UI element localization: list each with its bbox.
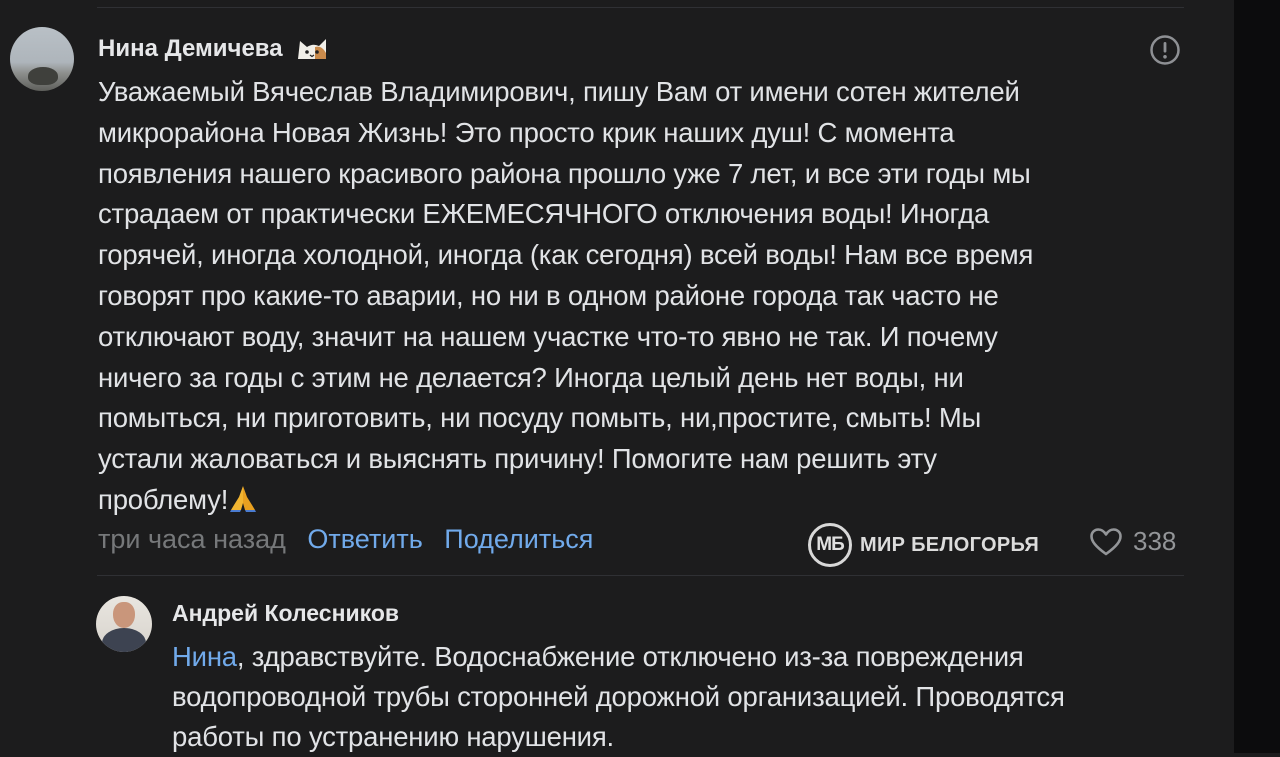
comment-text: Уважаемый Вячеслав Владимирович, пишу Ва… (98, 72, 1188, 521)
reply-avatar[interactable] (96, 596, 152, 652)
watermark: МБ МИР БЕЛОГОРЬЯ (808, 521, 1039, 569)
likes-count: 338 (1133, 526, 1177, 556)
comment-meta: три часа назад Ответить Поделиться (98, 524, 593, 555)
share-button[interactable]: Поделиться (444, 524, 593, 554)
reply-text: Нина, здравствуйте. Водоснабжение отключ… (172, 637, 1212, 757)
cat-emoji-icon (298, 39, 327, 59)
like-button[interactable]: 338 (1089, 526, 1176, 557)
watermark-text: МИР БЕЛОГОРЬЯ (860, 533, 1040, 556)
reply-button[interactable]: Ответить (307, 524, 422, 554)
comment-body: Уважаемый Вячеслав Владимирович, пишу Ва… (98, 76, 1034, 515)
comment-author[interactable]: Нина Демичева (98, 33, 329, 63)
heart-icon (1090, 527, 1122, 555)
folded-hands-icon (230, 485, 257, 512)
divider (97, 575, 1184, 576)
watermark-logo: МБ (808, 523, 852, 567)
mention-link[interactable]: Нина (172, 641, 237, 672)
reply-body: , здравствуйте. Водоснабжение отключено … (172, 641, 1065, 752)
right-panel-edge (1234, 0, 1280, 753)
avatar[interactable] (10, 27, 74, 91)
divider (97, 7, 1184, 8)
reply-author[interactable]: Андрей Колесников (172, 600, 399, 627)
comment-time[interactable]: три часа назад (98, 524, 286, 554)
report-icon[interactable] (1149, 34, 1181, 66)
author-name[interactable]: Нина Демичева (98, 35, 283, 62)
